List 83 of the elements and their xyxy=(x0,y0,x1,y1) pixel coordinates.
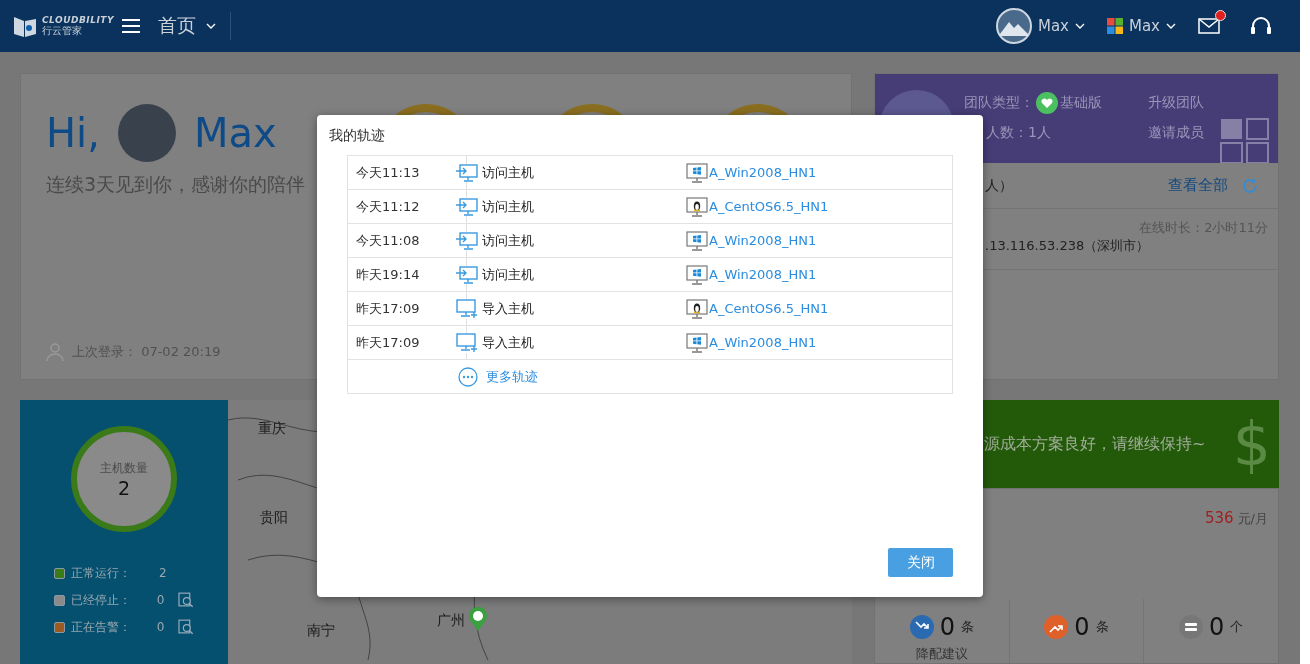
search-icon[interactable] xyxy=(178,619,194,635)
track-time: 昨天17:09 xyxy=(355,299,421,318)
host-link[interactable]: A_CentOS6.5_HN1 xyxy=(709,301,829,316)
view-all-link[interactable]: 查看全部 xyxy=(1168,176,1228,195)
logo-text: CLOUDBILITY xyxy=(42,15,114,25)
chevron-down-icon xyxy=(1075,23,1085,29)
team-type: 基础版 xyxy=(1060,94,1102,112)
online-header: 人） xyxy=(985,176,1013,195)
stat-label: 降配建议 xyxy=(915,645,968,663)
track-action: 访问主机 xyxy=(482,163,534,182)
host-link[interactable]: A_Win2008_HN1 xyxy=(709,233,817,248)
stat-unit: 个 xyxy=(1230,618,1244,636)
user-menu[interactable]: Max xyxy=(995,8,1085,44)
member-count: 人数：1人 xyxy=(985,124,1051,142)
invite-member-link[interactable]: 邀请成员 xyxy=(1148,124,1208,142)
host-link[interactable]: A_Win2008_HN1 xyxy=(709,267,817,282)
stat-value: 0 xyxy=(939,613,955,641)
host-count: 2 xyxy=(117,476,131,499)
stat-unit: 条 xyxy=(960,618,974,636)
track-time: 今天11:08 xyxy=(355,231,421,250)
avatar-icon xyxy=(995,8,1032,44)
storage-icon xyxy=(1179,615,1204,639)
ip-address: .13.116.53.238（深圳市） xyxy=(985,237,1151,255)
greeting: Hi, xyxy=(46,110,100,156)
map-pin-icon[interactable] xyxy=(468,606,488,632)
logo-subtext: 行云管家 xyxy=(42,25,83,37)
trend-down-icon xyxy=(909,615,934,639)
track-time: 昨天19:14 xyxy=(355,265,421,284)
windows-monitor-icon xyxy=(686,162,708,183)
team-menu[interactable]: Max xyxy=(1107,17,1176,35)
team-type-label: 团队类型： xyxy=(964,94,1034,112)
track-action: 访问主机 xyxy=(482,231,534,250)
track-time: 今天11:12 xyxy=(355,197,421,216)
host-link[interactable]: A_CentOS6.5_HN1 xyxy=(709,199,829,214)
dollar-sign-icon: $ xyxy=(1232,409,1271,479)
headset-icon[interactable] xyxy=(1250,16,1272,36)
track-action: 导入主机 xyxy=(482,333,534,352)
track-time: 今天11:13 xyxy=(355,163,421,182)
track-action: 访问主机 xyxy=(482,265,534,284)
track-action: 导入主机 xyxy=(482,299,534,318)
city-label: 贵阳 xyxy=(260,509,288,527)
cost-amount: 536 xyxy=(1204,509,1234,527)
penguin-monitor-icon xyxy=(686,298,708,319)
status-count: 0 xyxy=(156,593,166,607)
status-label: 正常运行： xyxy=(71,564,132,582)
status-label: 已经停止： xyxy=(70,591,132,609)
trend-up-icon xyxy=(1044,615,1069,639)
stat-value: 0 xyxy=(1209,613,1225,641)
city-label: 重庆 xyxy=(258,420,286,438)
person-icon xyxy=(46,343,64,361)
monitor-plus-icon xyxy=(456,298,478,319)
upgrade-team-link[interactable]: 升级团队 xyxy=(1148,94,1208,112)
city-label: 南宁 xyxy=(307,622,335,640)
close-button[interactable]: 关闭 xyxy=(888,548,953,577)
stat-unit: 条 xyxy=(1095,618,1109,636)
ellipsis-circle-icon xyxy=(458,366,478,387)
cost-unit: 元/月 xyxy=(1237,510,1268,528)
more-tracks-link[interactable]: 更多轨迹 xyxy=(458,366,538,387)
penguin-monitor-icon xyxy=(686,196,708,217)
user-name: Max xyxy=(193,110,277,156)
dialog-title: 我的轨迹 xyxy=(329,126,385,145)
nav-dropdown[interactable]: 首页 xyxy=(157,13,216,39)
status-count: 0 xyxy=(156,620,166,634)
menu-icon[interactable] xyxy=(121,19,140,33)
city-label: 广州 xyxy=(437,612,465,630)
monitor-plus-icon xyxy=(456,332,478,353)
track-time: 昨天17:09 xyxy=(355,333,421,352)
host-link[interactable]: A_Win2008_HN1 xyxy=(709,165,817,180)
search-icon[interactable] xyxy=(178,592,194,608)
cost-message: 源成本方案良好，请继续保持~ xyxy=(984,433,1206,455)
windows-monitor-icon xyxy=(686,230,708,251)
windows-monitor-icon xyxy=(686,264,708,285)
track-action: 访问主机 xyxy=(482,197,534,216)
stat-value: 0 xyxy=(1074,613,1090,641)
mail-icon[interactable] xyxy=(1198,18,1220,34)
status-count: 2 xyxy=(159,566,168,580)
status-label: 正在告警： xyxy=(70,618,132,636)
windows-monitor-icon xyxy=(686,332,708,353)
chevron-down-icon xyxy=(205,23,216,29)
grid-icon xyxy=(1220,118,1270,163)
four-squares-icon xyxy=(1107,18,1123,34)
host-link[interactable]: A_Win2008_HN1 xyxy=(709,335,817,350)
chevron-down-icon xyxy=(1166,23,1176,29)
